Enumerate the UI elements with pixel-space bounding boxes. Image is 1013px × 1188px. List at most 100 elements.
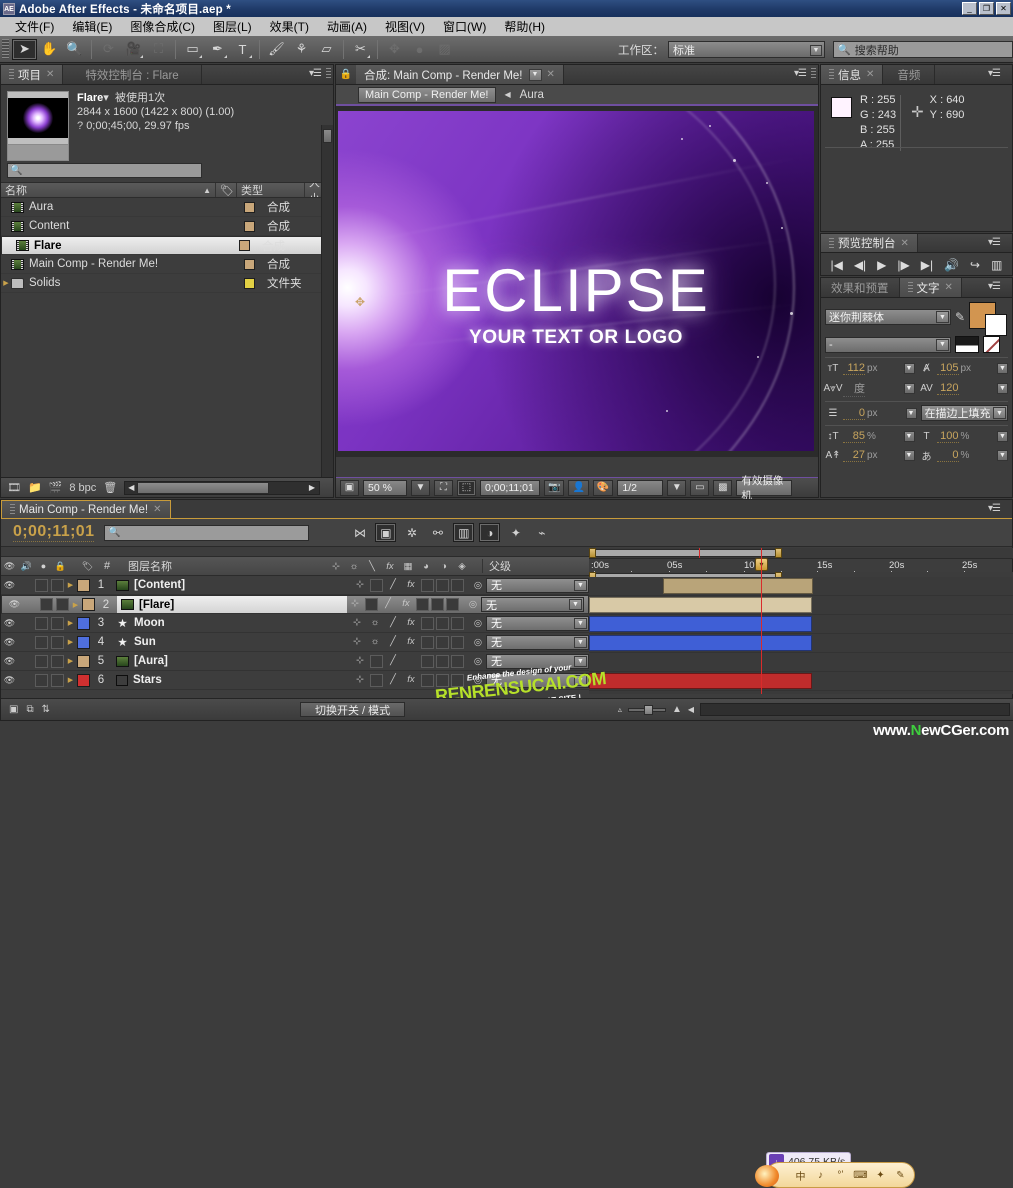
parent-select[interactable]: 无 ▼: [486, 615, 589, 631]
ime-mode-button[interactable]: 中: [793, 1168, 808, 1183]
table-row[interactable]: 👁 ▶ 4 ★ Sun ⊹ ☼ ╱ fx ◎ 无 ▼: [1, 633, 589, 652]
puppet-overlap-tool-icon[interactable]: ●: [407, 39, 432, 60]
close-icon[interactable]: ✕: [46, 69, 54, 80]
chevron-down-icon[interactable]: ▼: [569, 599, 582, 610]
chevron-down-icon[interactable]: ▼: [903, 363, 915, 374]
adjustment-switch[interactable]: [451, 578, 464, 592]
pen-tool-icon[interactable]: ✒: [205, 39, 230, 60]
loop-button[interactable]: ↪: [970, 258, 980, 272]
pan-behind-tool-icon[interactable]: ⛶: [146, 39, 171, 60]
quality-switch[interactable]: ╱: [385, 636, 401, 649]
disclosure-icon[interactable]: ▶: [64, 657, 77, 665]
vertical-scale-value[interactable]: 85: [843, 430, 865, 443]
disclosure-icon[interactable]: ▶: [69, 601, 82, 609]
tab-project[interactable]: 项目 ✕: [1, 65, 64, 84]
layer-bar-row[interactable]: [589, 577, 1013, 596]
hand-tool-icon[interactable]: ✋: [37, 39, 62, 60]
breadcrumb-item-main-comp[interactable]: Main Comp - Render Me!: [358, 86, 496, 103]
zoom-in-icon[interactable]: ▲: [672, 704, 682, 715]
type-tool-icon[interactable]: T: [230, 39, 255, 60]
next-frame-button[interactable]: |▶: [897, 258, 909, 272]
motion-blur-switch[interactable]: [436, 578, 449, 592]
audio-toggle[interactable]: [35, 673, 48, 687]
tsume-control[interactable]: あ 0 % ▼: [919, 448, 1008, 463]
table-row[interactable]: 👁 ▶ 5 [Aura] ⊹ ╱ ◎ 无 ▼: [1, 652, 589, 671]
close-button[interactable]: ✕: [996, 2, 1011, 15]
chevron-down-icon[interactable]: ▼: [993, 407, 1006, 419]
layer-label-color[interactable]: [77, 635, 90, 649]
close-icon[interactable]: ✕: [547, 69, 555, 80]
no-fill-icon[interactable]: [983, 336, 1000, 353]
layer-bar-row[interactable]: [589, 672, 1013, 691]
effects-switch[interactable]: fx: [403, 674, 419, 687]
solo-toggle[interactable]: [51, 578, 64, 592]
kerning-value[interactable]: 度: [843, 380, 865, 397]
chevron-down-icon[interactable]: ▼: [574, 617, 587, 629]
shy-switch[interactable]: ⊹: [349, 617, 365, 630]
ime-symbol-icon[interactable]: °ʼ: [833, 1168, 848, 1183]
font-size-control[interactable]: ᴛT 112 px ▼: [825, 361, 915, 376]
parent-select[interactable]: 无 ▼: [486, 672, 589, 688]
layer-name-cell[interactable]: [Aura]: [112, 653, 352, 670]
bit-depth-label[interactable]: 8 bpc: [69, 482, 96, 494]
column-name[interactable]: 名称 ▲: [1, 183, 216, 197]
chevron-down-icon[interactable]: ▼: [936, 338, 949, 351]
tab-character[interactable]: 文字 ✕: [899, 278, 962, 297]
shy-switch[interactable]: ⊹: [352, 579, 368, 592]
label-swatch[interactable]: [244, 258, 255, 270]
chevron-down-icon[interactable]: ▼: [903, 383, 915, 394]
adjustment-switch[interactable]: [451, 616, 464, 630]
composition-flowchart-icon[interactable]: ▣: [9, 704, 18, 715]
draft-3d-icon[interactable]: ✲: [401, 523, 422, 542]
motion-blur-switch[interactable]: [436, 673, 449, 687]
quality-switch[interactable]: ╱: [385, 655, 401, 668]
menu-item-layer[interactable]: 图层(L): [204, 16, 261, 37]
last-frame-button[interactable]: ▶|: [921, 258, 933, 272]
layer-duration-bar[interactable]: [589, 635, 813, 651]
region-of-interest-icon[interactable]: ⛶: [434, 479, 453, 496]
solo-toggle[interactable]: [51, 673, 64, 687]
ime-keyboard-icon[interactable]: ⌨: [853, 1168, 868, 1183]
frame-blend-switch[interactable]: [416, 598, 429, 611]
minimize-button[interactable]: _: [962, 2, 977, 15]
transparency-grid-icon[interactable]: ⬚: [457, 479, 476, 496]
selection-tool-icon[interactable]: ➤: [12, 38, 37, 60]
quality-switch[interactable]: ╱: [380, 598, 396, 611]
shy-switch[interactable]: ⊹: [352, 655, 368, 668]
magnification-dropdown-icon[interactable]: ▼: [411, 479, 430, 496]
project-list-item[interactable]: Main Comp - Render Me! 合成: [1, 255, 333, 274]
eye-toggle-icon[interactable]: 👁: [6, 599, 23, 610]
tsume-value[interactable]: 0: [936, 449, 959, 462]
timeline-layer-bars[interactable]: [589, 548, 1013, 694]
eye-toggle-icon[interactable]: 👁: [1, 656, 18, 667]
layer-bar-row[interactable]: [589, 615, 1013, 634]
eyedropper-icon[interactable]: ✎: [955, 310, 965, 324]
disclosure-icon[interactable]: ▶: [64, 581, 77, 589]
toggle-switches-modes-button[interactable]: 切换开关 / 模式: [299, 702, 406, 717]
label-swatch[interactable]: [244, 277, 255, 289]
horizontal-scale-control[interactable]: T 100 % ▼: [919, 429, 1008, 444]
layer-label-color[interactable]: [77, 578, 90, 592]
audio-toggle[interactable]: [40, 598, 53, 611]
shape-tool-icon[interactable]: ▭: [180, 39, 205, 60]
leading-control[interactable]: Ⱥ 105 px ▼: [919, 361, 1008, 376]
ime-settings-icon[interactable]: ✦: [873, 1168, 888, 1183]
zoom-tool-icon[interactable]: 🔍: [62, 39, 87, 60]
stroke-width-value[interactable]: 0: [843, 407, 865, 420]
composition-mini-flowchart-icon[interactable]: ▣: [375, 523, 397, 542]
tracking-value[interactable]: 120: [936, 382, 959, 395]
effects-switch[interactable]: [403, 655, 419, 668]
column-label-swatch[interactable]: 🏷: [216, 183, 237, 197]
disclosure-icon[interactable]: ▶: [1, 279, 11, 287]
motion-blur-switch[interactable]: [431, 598, 444, 611]
delete-icon[interactable]: 🗑: [103, 481, 117, 494]
chevron-down-icon[interactable]: ▼: [936, 311, 949, 323]
timeline-current-time[interactable]: 0;00;11;01: [13, 523, 95, 542]
new-composition-icon[interactable]: 🎬: [49, 481, 63, 494]
parent-pickwhip-icon[interactable]: ◎: [470, 580, 486, 591]
project-scrollbar-vertical[interactable]: [321, 125, 333, 477]
ime-logo-icon[interactable]: [755, 1165, 779, 1187]
collapse-switch[interactable]: [370, 673, 383, 687]
composition-viewer[interactable]: ECLIPSE YOUR TEXT OR LOGO ✥: [336, 106, 818, 457]
leading-value[interactable]: 105: [936, 362, 959, 375]
